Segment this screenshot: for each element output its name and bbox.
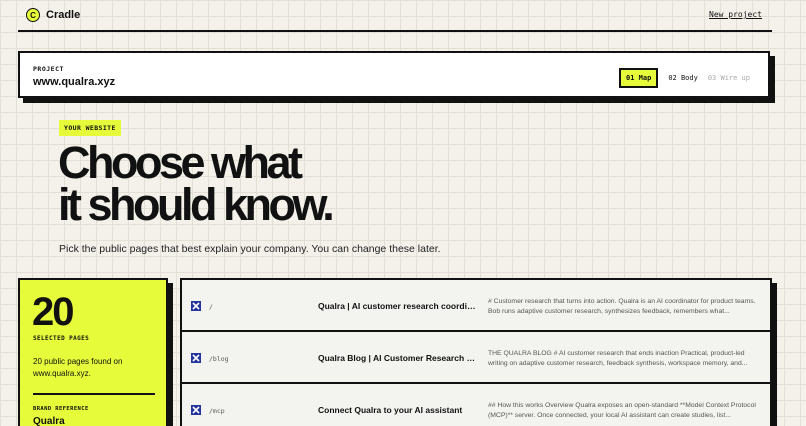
brand-reference-value: Qualra bbox=[33, 416, 65, 426]
selection-summary: 20 SELECTED PAGES 20 public pages found … bbox=[18, 278, 168, 426]
checkbox-checked-icon[interactable] bbox=[191, 301, 201, 311]
headline-line-1: Choose what bbox=[58, 137, 303, 188]
selected-count: 20 bbox=[32, 290, 74, 334]
step-map[interactable]: 01 Map bbox=[619, 68, 659, 88]
page-path: /mcp bbox=[209, 407, 225, 415]
divider bbox=[33, 393, 155, 395]
brand-reference-label: BRAND REFERENCE bbox=[33, 406, 89, 412]
brand-name: Cradle bbox=[46, 9, 81, 21]
checkbox-checked-icon[interactable] bbox=[191, 405, 201, 415]
logo-letter: C bbox=[30, 10, 36, 20]
section-badge: YOUR WEBSITE bbox=[59, 120, 121, 136]
checkbox-checked-icon[interactable] bbox=[191, 353, 201, 363]
list-item[interactable]: / Qualra | AI customer research coordina… bbox=[182, 280, 770, 332]
selected-count-label: SELECTED PAGES bbox=[33, 335, 90, 342]
page-title-cell: Qualra | AI customer research coordinato… bbox=[318, 301, 480, 311]
project-card: PROJECT www.qualra.xyz 01 Map 02 Body 03… bbox=[18, 51, 770, 98]
page-description: ## How this works Overview Qualra expose… bbox=[488, 402, 756, 419]
headline-line-2: it should know. bbox=[58, 179, 335, 230]
step-wire-up[interactable]: 03 Wire up bbox=[708, 74, 750, 82]
page-title-cell: Qualra Blog | AI Customer Research & Fee… bbox=[318, 353, 480, 363]
project-url: www.qualra.xyz bbox=[33, 76, 116, 88]
page-subtitle: Pick the public pages that best explain … bbox=[59, 243, 441, 255]
new-project-link[interactable]: New project bbox=[709, 10, 762, 19]
project-label: PROJECT bbox=[33, 65, 64, 73]
page-path: /blog bbox=[209, 355, 229, 363]
page-path: / bbox=[209, 303, 213, 311]
logo-icon: C bbox=[26, 8, 40, 22]
top-bar: C Cradle New project bbox=[18, 0, 772, 32]
list-item[interactable]: /mcp Connect Qualra to your AI assistant… bbox=[182, 384, 770, 426]
step-nav: 01 Map 02 Body 03 Wire up bbox=[619, 68, 750, 88]
page-description: # Customer research that turns into acti… bbox=[488, 298, 756, 315]
page-list: / Qualra | AI customer research coordina… bbox=[180, 278, 772, 426]
pages-found-text: 20 public pages found on www.qualra.xyz. bbox=[33, 357, 123, 378]
page-title-cell: Connect Qualra to your AI assistant bbox=[318, 405, 463, 415]
page-title: Choose what it should know. bbox=[58, 137, 335, 230]
list-item[interactable]: /blog Qualra Blog | AI Customer Research… bbox=[182, 332, 770, 384]
page-description: THE QUALRA BLOG # AI customer research t… bbox=[488, 350, 748, 367]
step-body[interactable]: 02 Body bbox=[668, 74, 698, 82]
